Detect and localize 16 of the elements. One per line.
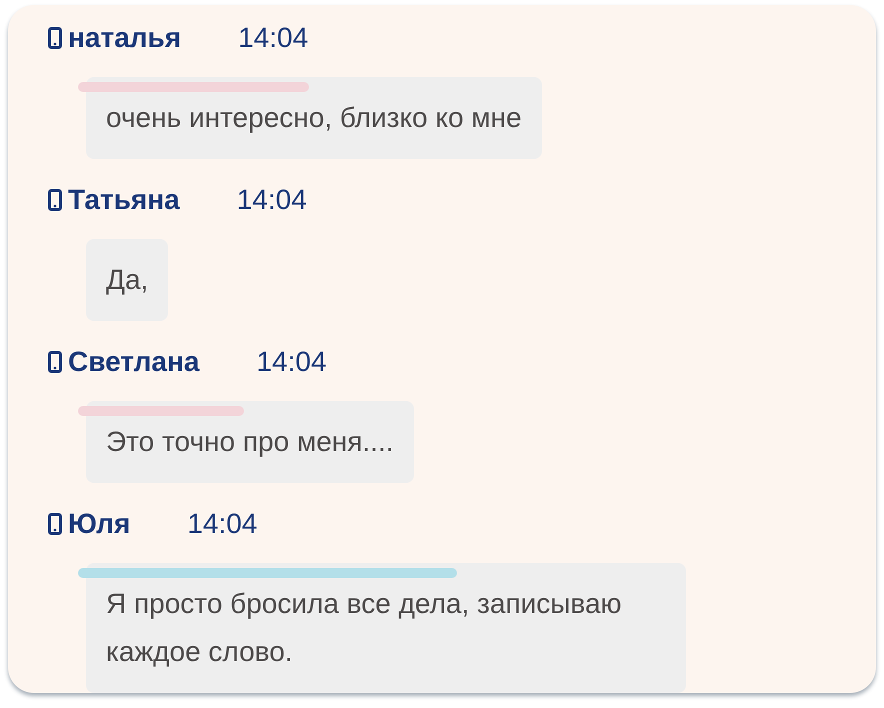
message-time: 14:04 <box>256 345 327 379</box>
message-text: очень интересно, близко ко мне <box>106 101 522 135</box>
phone-icon <box>48 189 62 211</box>
message-text: Да, <box>106 263 148 297</box>
phone-icon <box>48 513 62 535</box>
author-name: наталья <box>68 21 182 55</box>
phone-icon <box>48 351 62 373</box>
message-text: Это точно про меня.... <box>106 425 394 459</box>
message-time: 14:04 <box>238 21 308 55</box>
phone-icon <box>48 27 62 49</box>
message-time: 14:04 <box>236 183 307 217</box>
author-name: Татьяна <box>68 183 180 217</box>
message-time: 14:04 <box>187 507 258 541</box>
message-text: Я просто бросила все дела, записываю каждое слово. <box>106 587 623 669</box>
author-name: Светлана <box>68 345 200 379</box>
author-name: Юля <box>68 507 130 541</box>
